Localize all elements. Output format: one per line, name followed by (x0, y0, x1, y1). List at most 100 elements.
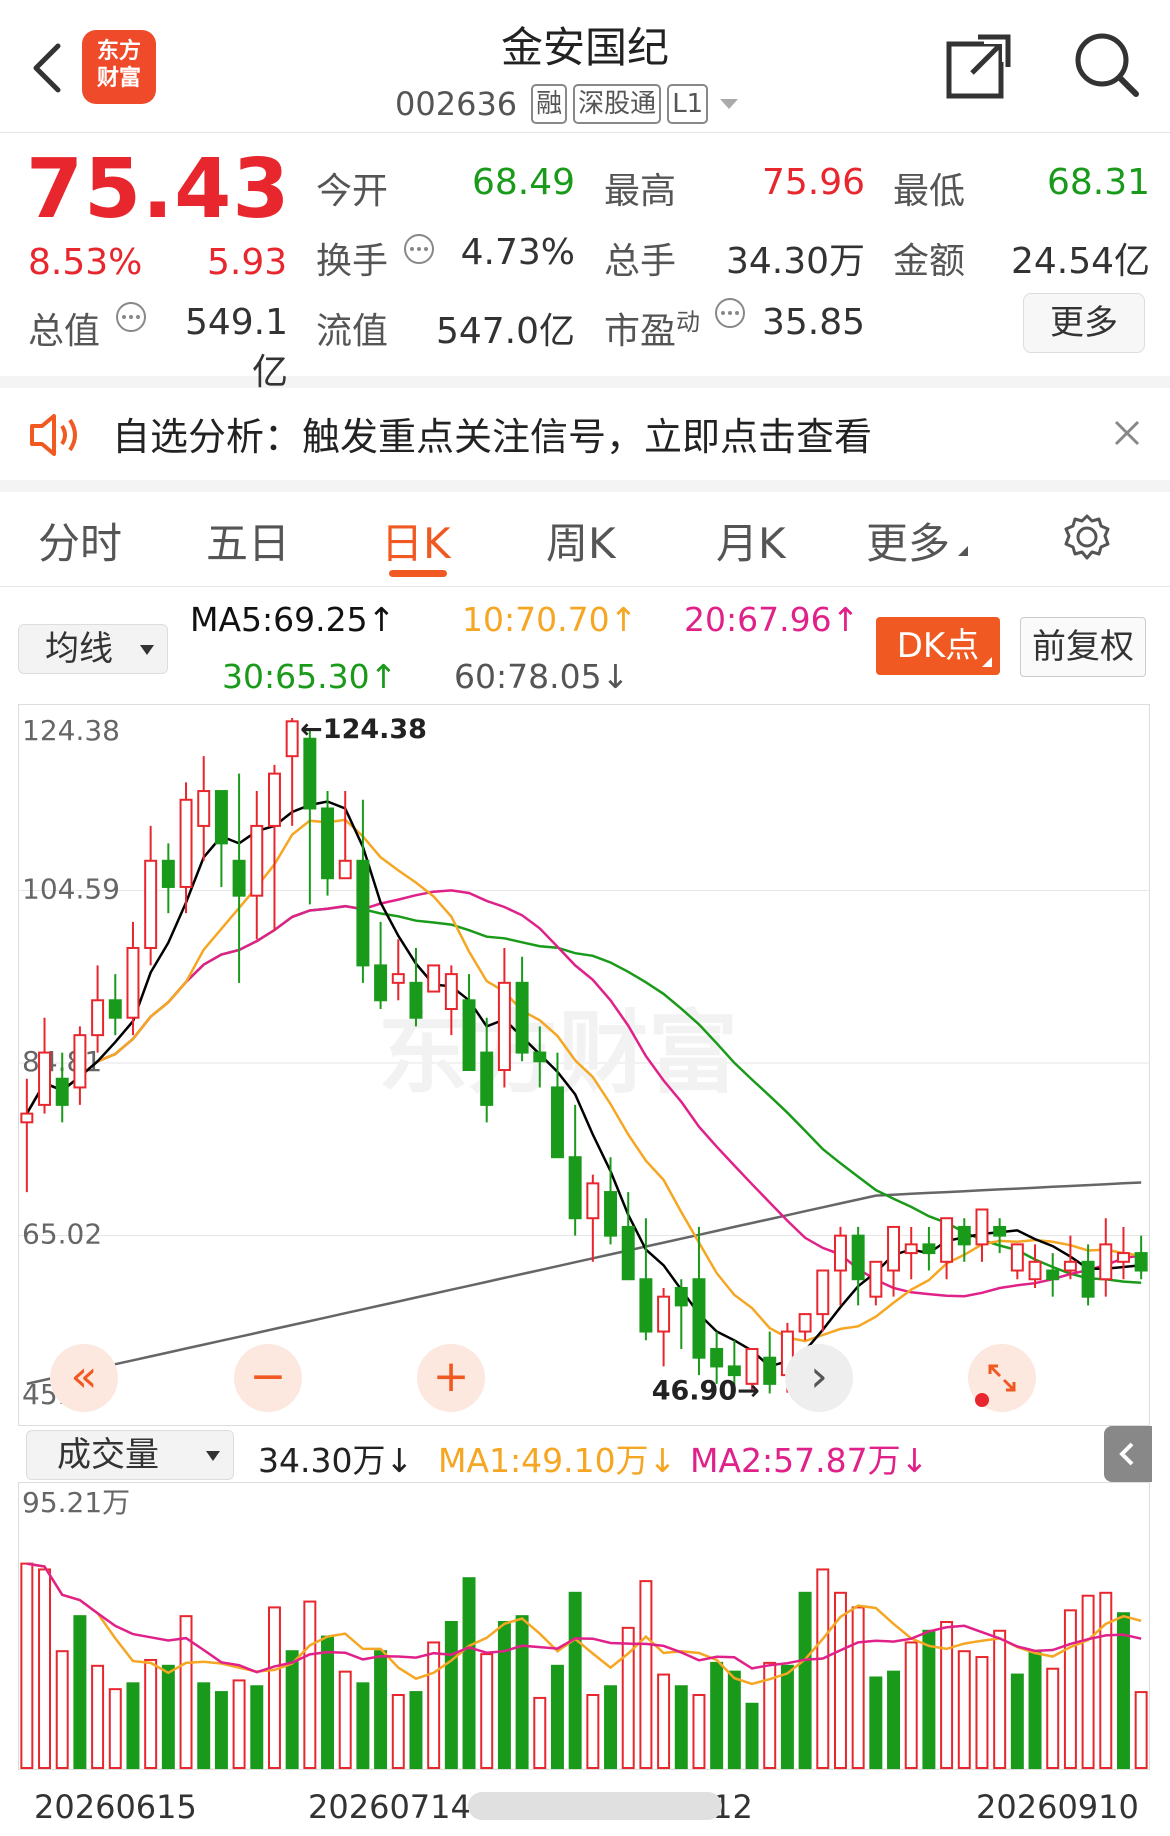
volume-bar (161, 1664, 175, 1769)
volume-bar (55, 1650, 69, 1770)
candle-body (727, 1365, 741, 1377)
volume-bar (975, 1656, 989, 1770)
search-icon[interactable] (1072, 30, 1142, 100)
candle-body (321, 807, 335, 880)
candle-body (993, 1225, 1007, 1237)
expand-icon (975, 1364, 1016, 1407)
alert-banner[interactable]: 自选分析：触发重点关注信号，立即点击查看 (0, 388, 1170, 492)
rewind-button[interactable]: « (50, 1344, 118, 1412)
share-icon[interactable] (944, 32, 1014, 102)
next-button[interactable]: › (785, 1344, 853, 1412)
low-label: 最低 (893, 171, 966, 212)
candle-body (55, 1077, 69, 1106)
volume-bar (1010, 1673, 1024, 1769)
volume-bar (604, 1685, 618, 1769)
tab-more[interactable]: 更多 (866, 510, 970, 571)
tab-daily-k[interactable]: 日K (381, 510, 451, 571)
candle-body (515, 981, 529, 1054)
candle-body (232, 859, 246, 897)
volume-bar (409, 1691, 423, 1769)
volume-bar (674, 1685, 688, 1769)
info-icon[interactable] (402, 232, 436, 266)
chevron-down-icon[interactable] (714, 94, 744, 114)
tab-five-day[interactable]: 五日 (206, 510, 290, 571)
volume-bar (727, 1670, 741, 1769)
collapse-panel-button[interactable] (1104, 1426, 1152, 1482)
dropdown-icon (140, 645, 154, 655)
candle-body (497, 981, 511, 1072)
tag-shenguton: 深股通 (573, 84, 662, 124)
volume-max-label: 95.21万 (22, 1486, 130, 1519)
volume-bar (20, 1562, 34, 1769)
candle-body (798, 1313, 812, 1333)
zoom-out-button[interactable]: − (234, 1344, 302, 1412)
candle-body (550, 1086, 564, 1159)
volume-value: 34.30万 (725, 241, 865, 282)
candle-body (179, 798, 193, 888)
tab-monthly-k[interactable]: 月K (716, 510, 786, 571)
tab-weekly-k[interactable]: 周K (546, 510, 616, 571)
candle-body (957, 1225, 971, 1246)
candle-body (586, 1182, 600, 1220)
fullscreen-button[interactable] (968, 1344, 1036, 1412)
volume-select[interactable]: 成交量 (26, 1430, 234, 1480)
candle-body (1028, 1260, 1042, 1281)
ma20-value: 20:67.96↑ (684, 600, 860, 639)
volume-ma1: MA1:49.10万↓ (438, 1441, 677, 1480)
volume-bar (1134, 1691, 1148, 1769)
candle-body (904, 1243, 918, 1255)
ma-select[interactable]: 均线 (18, 624, 168, 674)
x-tick-label: 20260714 (308, 1788, 471, 1826)
info-icon[interactable] (114, 300, 148, 334)
volume-bar (833, 1591, 847, 1769)
candle-body (374, 964, 388, 1002)
high-value: 75.96 (761, 162, 865, 203)
candle-body (73, 1034, 87, 1089)
close-icon[interactable] (1112, 418, 1142, 448)
dropdown-icon (206, 1451, 220, 1461)
low-value: 68.31 (1046, 162, 1150, 203)
volume-label: 总手 (604, 241, 677, 282)
candle-body (657, 1295, 671, 1333)
tag-margin: 融 (531, 84, 568, 124)
dk-point-button[interactable]: DK点 (876, 617, 1000, 675)
volume-bar (444, 1621, 458, 1769)
volume-bar (356, 1682, 370, 1769)
alert-text: 自选分析：触发重点关注信号，立即点击查看 (112, 415, 873, 459)
candle-body (1116, 1252, 1130, 1263)
candle-body (568, 1156, 582, 1220)
volume-bar (480, 1653, 494, 1770)
volume-ma2-line (26, 1562, 1142, 1674)
volume-bar (126, 1682, 140, 1769)
candle-body (144, 859, 158, 949)
tab-minute[interactable]: 分时 (38, 510, 122, 571)
info-icon[interactable] (713, 296, 747, 330)
quote-panel: 75.43 8.53% 5.93 今开 68.49 最高 75.96 最低 68… (0, 132, 1170, 393)
candle-body (462, 999, 476, 1072)
speaker-icon (30, 414, 77, 456)
volume-ma2: MA2:57.87万↓ (690, 1441, 929, 1480)
volume-bar (232, 1679, 246, 1769)
gear-icon[interactable] (1062, 512, 1112, 562)
volume-bar (940, 1621, 954, 1769)
volume-bar (321, 1635, 335, 1769)
high-label: 最高 (604, 171, 677, 212)
ma30-value: 30:65.30↑ (222, 657, 398, 696)
chevron-left-icon (1119, 1442, 1134, 1466)
max-price-marker: ←124.38 (300, 714, 427, 745)
volume-bar (497, 1621, 511, 1769)
volume-bar (869, 1676, 883, 1769)
candlestick-chart[interactable]: 124.38104.5984.8165.0245.23东方财富←124.3846… (18, 704, 1150, 1426)
volume-bar (303, 1600, 317, 1769)
candle-body (1010, 1243, 1024, 1272)
candle-body (869, 1260, 883, 1298)
zoom-in-button[interactable]: + (417, 1344, 485, 1412)
adjust-button[interactable]: 前复权 (1020, 617, 1146, 677)
timeline-scrollbar[interactable] (468, 1792, 722, 1820)
volume-bar (144, 1658, 158, 1770)
volume-bar (1099, 1591, 1113, 1769)
more-button[interactable]: 更多 (1023, 293, 1145, 353)
volume-ma1-line (26, 1562, 1142, 1686)
amount-label: 金额 (893, 241, 966, 282)
ma5-value: MA5:69.25↑ (190, 600, 396, 639)
